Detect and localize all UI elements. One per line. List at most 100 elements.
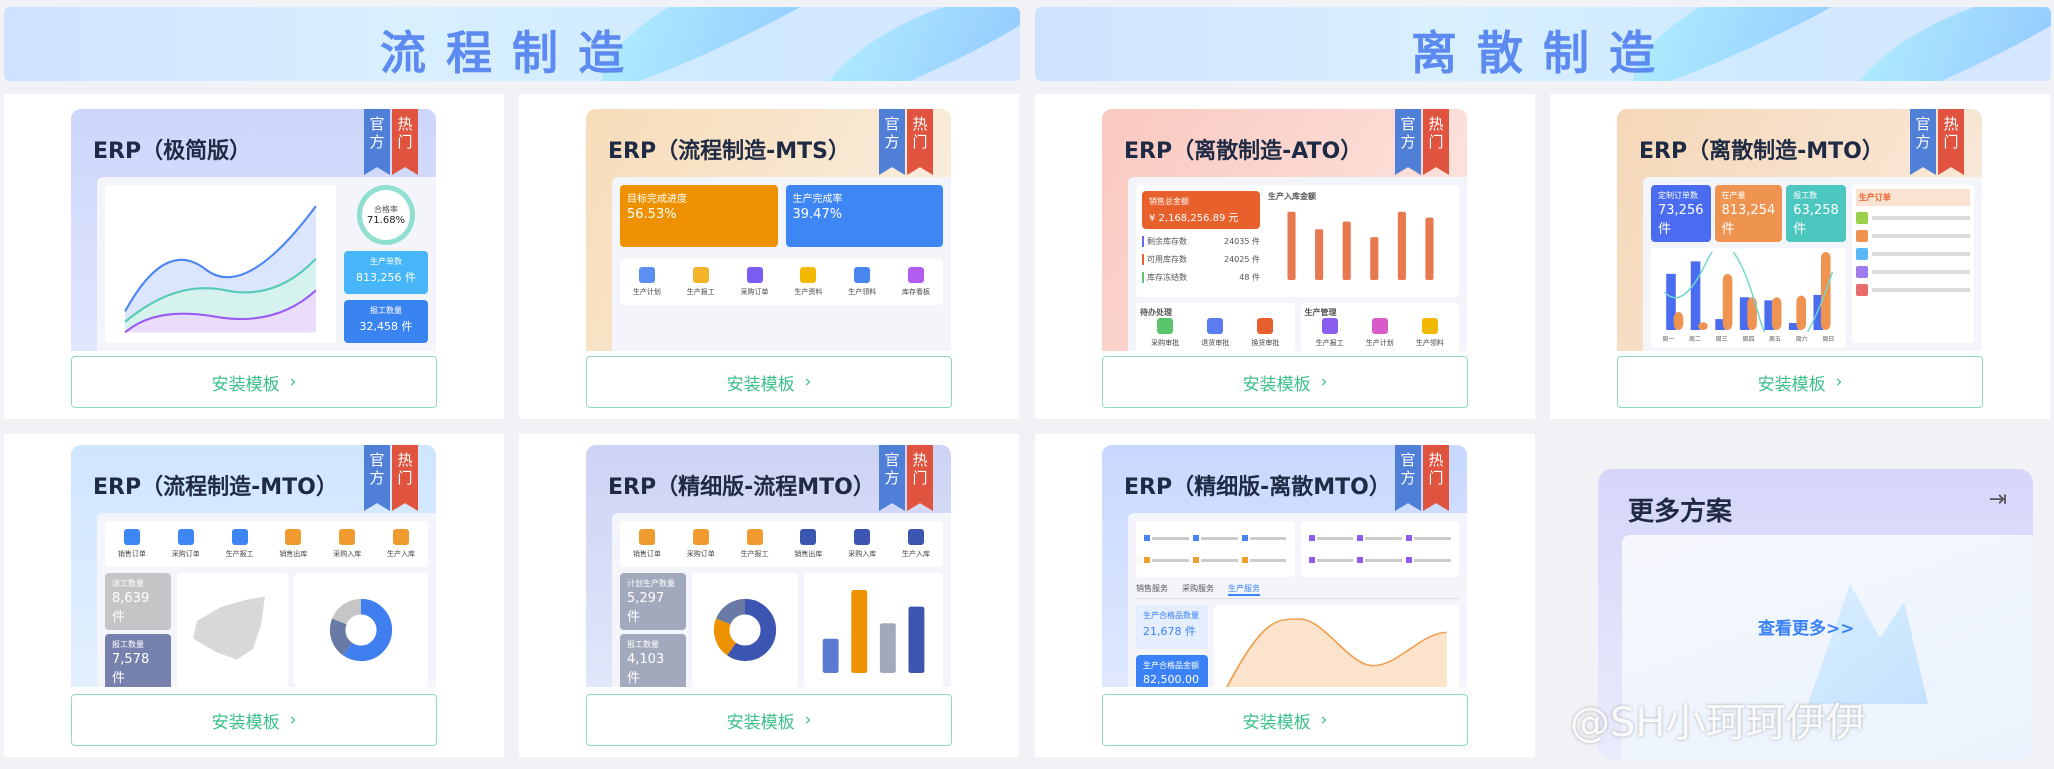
todo-item[interactable]: 退货审批 xyxy=(1201,318,1229,348)
official-badge: 官方 xyxy=(364,109,390,175)
shortcut-item[interactable]: 生产资料 xyxy=(794,267,822,297)
kpi-tile: 目标完成进度 56.53% xyxy=(620,185,778,247)
shortcut-item[interactable]: 采购入库 xyxy=(333,529,361,559)
shortcut-item[interactable]: 采购订单 xyxy=(172,529,200,559)
x-tick: 周三 xyxy=(1715,336,1728,343)
install-label: 安装模板 xyxy=(726,374,795,395)
list-item[interactable] xyxy=(1855,230,1970,242)
install-template-button[interactable]: 安装模板 › xyxy=(1102,356,1468,408)
exit-icon[interactable]: ⇥ xyxy=(1989,487,2007,512)
kpi-label: 定制订单数 xyxy=(1658,191,1698,200)
shortcut-item[interactable]: 生产报工 xyxy=(226,529,254,559)
kpi-label: 报工数 xyxy=(1793,191,1818,200)
install-label: 安装模板 xyxy=(211,374,280,395)
shortcut-item[interactable]: 采购订单 xyxy=(741,267,769,297)
list-item[interactable] xyxy=(1855,212,1970,224)
install-label: 安装模板 xyxy=(726,712,795,733)
template-title: ERP（流程制造-MTO） xyxy=(93,475,338,500)
stock-value: 24035 件 xyxy=(1224,237,1260,246)
kpi-value: 7,578 件 xyxy=(112,652,150,686)
stock-value: 48 件 xyxy=(1239,273,1260,282)
kpi-label: 报工数量 xyxy=(370,306,402,315)
x-tick: 周二 xyxy=(1689,336,1702,343)
shortcut-item[interactable]: 销售出库 xyxy=(794,529,822,559)
view-more-link[interactable]: 查看更多>> xyxy=(1758,614,1855,639)
hot-badge: 热门 xyxy=(907,109,933,175)
kpi-value: 5,297 件 xyxy=(627,591,665,625)
shortcut-label: 生产报工 xyxy=(740,550,769,558)
install-template-button[interactable]: 安装模板 › xyxy=(1102,694,1468,746)
shortcut-item[interactable]: 生产领料 xyxy=(848,267,876,297)
kpi-label: 生产单数 xyxy=(370,257,402,266)
list-title: 生产订单 xyxy=(1855,189,1970,206)
kpi-label: 生产合格品数量 xyxy=(1143,611,1199,620)
list-item[interactable] xyxy=(1855,248,1970,260)
shortcut-icon xyxy=(800,267,817,283)
shortcut-item[interactable]: 销售订单 xyxy=(633,529,661,559)
hot-badge: 热门 xyxy=(392,109,418,175)
shortcut-item[interactable]: 生产入库 xyxy=(902,529,930,559)
todo-item[interactable]: 采购审批 xyxy=(1151,318,1179,348)
bar xyxy=(879,623,896,673)
official-badge: 官方 xyxy=(1395,445,1421,511)
template-title: ERP（精细版-流程MTO） xyxy=(608,475,875,500)
shortcut-item[interactable]: 销售出库 xyxy=(279,529,307,559)
list-item[interactable] xyxy=(1855,266,1970,278)
shortcut-icon xyxy=(393,529,410,545)
kpi-value: 8,639 件 xyxy=(112,591,150,625)
stock-label: 剩余库存数 xyxy=(1147,237,1187,246)
prod-item[interactable]: 生产报工 xyxy=(1316,318,1344,348)
report-tab[interactable]: 生产服务 xyxy=(1228,583,1260,596)
shortcut-icon xyxy=(231,529,248,545)
report-tab[interactable]: 采购服务 xyxy=(1182,583,1214,596)
shortcut-item[interactable]: 生产报工 xyxy=(741,529,769,559)
template-card: ERP（极简版） 官方 热门 合格率 71.68% 生产单数 813,256 件报工数… xyxy=(4,94,504,419)
kpi-tile: 生产完成率 39.47% xyxy=(785,185,943,247)
install-template-button[interactable]: 安装模板 › xyxy=(71,356,437,408)
banner-discrete-manufacturing: 离散制造 xyxy=(1035,7,2051,81)
shortcut-item[interactable]: 库存看板 xyxy=(902,267,930,297)
shortcut-icon xyxy=(692,529,709,545)
kpi-label: 在产量 xyxy=(1721,191,1746,200)
kpi-tile: 派工数量 8,639 件 xyxy=(105,573,171,630)
template-preview: ERP（流程制造-MTS） 官方 热门 目标完成进度 56.53% 生产完成率 39.… xyxy=(586,109,951,351)
kpi-value: 4,103 件 xyxy=(627,652,665,686)
stock-row: 可用库存数 24025 件 xyxy=(1142,254,1260,265)
banner-process-manufacturing: 流程制造 xyxy=(4,7,1020,81)
stock-label: 库存冻结数 xyxy=(1147,273,1187,282)
prod-item[interactable]: 生产计划 xyxy=(1366,318,1394,348)
shortcut-label: 销售订单 xyxy=(632,550,661,558)
banner-title: 流程制造 xyxy=(380,26,644,80)
shortcut-item[interactable]: 销售订单 xyxy=(118,529,146,559)
shortcut-label: 生产计划 xyxy=(632,288,661,296)
bar xyxy=(1397,211,1406,280)
template-card: ERP（精细版-流程MTO） 官方 热门 销售订单 采购订单 生产报工 销售出库 采购入… xyxy=(519,434,1019,757)
shortcut-item[interactable]: 采购入库 xyxy=(848,529,876,559)
install-template-button[interactable]: 安装模板 › xyxy=(1617,356,1983,408)
template-preview: ERP（精细版-流程MTO） 官方 热门 销售订单 采购订单 生产报工 销售出库 采购入… xyxy=(586,445,951,687)
install-label: 安装模板 xyxy=(211,712,280,733)
shortcut-icon xyxy=(638,267,655,283)
template-preview: ERP（离散制造-ATO） 官方 热门 销售总金额 ¥ 2,168,256.89 … xyxy=(1102,109,1467,351)
shortcut-item[interactable]: 生产报工 xyxy=(687,267,715,297)
shortcut-item[interactable]: 生产入库 xyxy=(387,529,415,559)
kpi-tile: 定制订单数 73,256 件 xyxy=(1651,185,1711,242)
install-template-button[interactable]: 安装模板 › xyxy=(71,694,437,746)
watermark: @SH小珂珂伊伊 xyxy=(1570,700,1866,746)
list-item[interactable] xyxy=(1855,284,1970,296)
bar xyxy=(851,590,868,673)
bar xyxy=(1342,221,1351,280)
install-template-button[interactable]: 安装模板 › xyxy=(586,694,952,746)
todo-item[interactable]: 换货审批 xyxy=(1251,318,1279,348)
kpi-value: 813,254 件 xyxy=(1721,203,1776,237)
shortcut-item[interactable]: 采购订单 xyxy=(687,529,715,559)
template-card: ERP（流程制造-MTO） 官方 热门 销售订单 采购订单 生产报工 销售出库 采购入库… xyxy=(4,434,504,757)
shortcut-item[interactable]: 生产计划 xyxy=(633,267,661,297)
prod-item[interactable]: 生产领料 xyxy=(1416,318,1444,348)
more-title: 更多方案 xyxy=(1628,497,1733,527)
install-template-button[interactable]: 安装模板 › xyxy=(586,356,952,408)
stock-label: 可用库存数 xyxy=(1147,255,1187,264)
shortcut-label: 生产入库 xyxy=(902,550,931,558)
preview-panel: 销售订单 采购订单 生产报工 销售出库 采购入库 生产入库 派工数量 8,639 件报工数量 7… xyxy=(97,513,436,687)
report-tab[interactable]: 销售服务 xyxy=(1136,583,1168,596)
